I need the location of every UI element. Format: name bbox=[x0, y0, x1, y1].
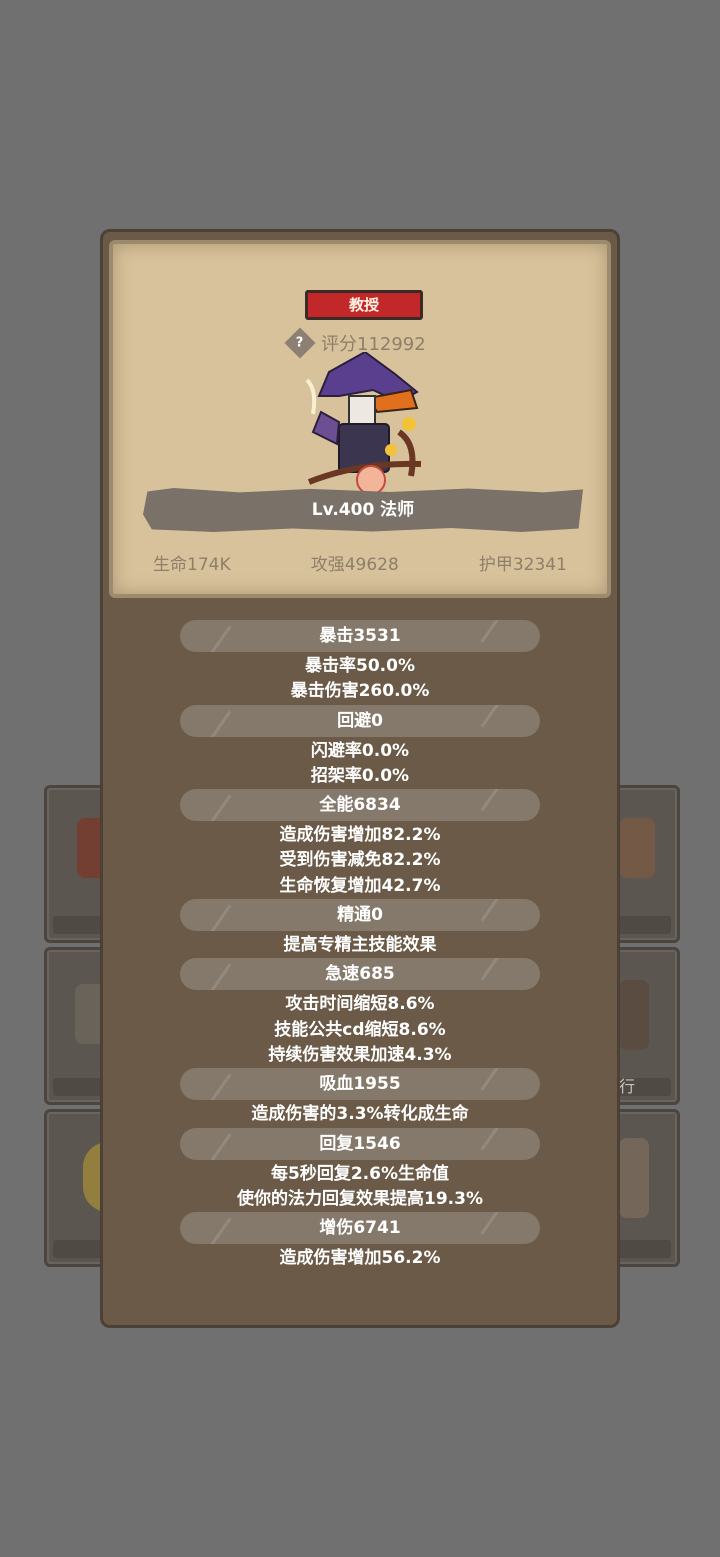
attribute-header: 回复1546 bbox=[180, 1127, 540, 1160]
slot-label: 行 bbox=[619, 1077, 636, 1096]
attribute-group-regen: 回复1546 每5秒回复2.6%生命值 使你的法力回复效果提高19.3% bbox=[103, 1127, 617, 1213]
attribute-detail: 每5秒回复2.6%生命值 bbox=[271, 1163, 449, 1184]
attribute-group-haste: 急速685 攻击时间缩短8.6% 技能公共cd缩短8.6% 持续伤害效果加速4.… bbox=[103, 958, 617, 1068]
slot-label-bar bbox=[615, 1240, 671, 1258]
attribute-detail: 持续伤害效果加速4.3% bbox=[268, 1044, 452, 1065]
attribute-group-mastery: 精通0 提高专精主技能效果 bbox=[103, 899, 617, 958]
attribute-detail: 招架率0.0% bbox=[310, 765, 410, 786]
attribute-detail: 受到伤害减免82.2% bbox=[279, 850, 441, 871]
slot-label-bar bbox=[615, 916, 671, 934]
attribute-header: 精通0 bbox=[180, 899, 540, 932]
attribute-group-lifesteal: 吸血1955 造成伤害的3.3%转化成生命 bbox=[103, 1068, 617, 1127]
scroll-icon bbox=[619, 1138, 649, 1218]
class-title-button[interactable]: 教授 bbox=[305, 290, 423, 320]
attribute-header: 回避0 bbox=[180, 704, 540, 737]
attribute-detail: 攻击时间缩短8.6% bbox=[285, 994, 435, 1015]
attribute-detail: 造成伤害的3.3%转化成生命 bbox=[251, 1104, 469, 1125]
character-card: 教授 ? 评分112992 Lv.400 法师 生命174K 攻强49628 护… bbox=[109, 240, 611, 598]
attribute-detail: 造成伤害增加56.2% bbox=[279, 1248, 441, 1269]
stat-armor: 护甲32341 bbox=[478, 555, 567, 575]
attribute-detail: 造成伤害增加82.2% bbox=[279, 825, 441, 846]
attribute-detail: 暴击伤害260.0% bbox=[290, 681, 430, 702]
attribute-detail: 技能公共cd缩短8.6% bbox=[274, 1019, 446, 1040]
attribute-detail: 生命恢复增加42.7% bbox=[279, 875, 441, 896]
attribute-header: 暴击3531 bbox=[180, 620, 540, 652]
attribute-detail: 提高专精主技能效果 bbox=[283, 935, 437, 956]
backpack-icon bbox=[619, 818, 655, 878]
mage-character-portrait bbox=[305, 352, 422, 495]
attribute-header: 增伤6741 bbox=[180, 1212, 540, 1245]
attribute-header: 急速685 bbox=[180, 958, 540, 991]
weapon-icon bbox=[619, 980, 649, 1050]
attribute-list: 暴击3531 暴击率50.0% 暴击伤害260.0% 回避0 闪避率0.0% 招… bbox=[103, 620, 617, 1271]
attribute-group-damage-increase: 增伤6741 造成伤害增加56.2% bbox=[103, 1212, 617, 1271]
attribute-detail: 使你的法力回复效果提高19.3% bbox=[237, 1188, 483, 1209]
attribute-detail: 暴击率50.0% bbox=[305, 656, 415, 676]
stat-hp: 生命174K bbox=[153, 555, 231, 575]
attribute-header: 吸血1955 bbox=[180, 1068, 540, 1101]
attribute-detail: 闪避率0.0% bbox=[310, 740, 410, 761]
core-stats-row: 生命174K 攻强49628 护甲32341 bbox=[113, 550, 607, 575]
stat-attack-power: 攻强49628 bbox=[310, 555, 399, 575]
attribute-group-avoidance: 回避0 闪避率0.0% 招架率0.0% bbox=[103, 704, 617, 790]
level-class-banner: Lv.400 法师 bbox=[143, 488, 583, 532]
character-attribute-panel: 教授 ? 评分112992 Lv.400 法师 生命174K 攻强49628 护… bbox=[100, 229, 620, 1328]
attribute-group-versatility: 全能6834 造成伤害增加82.2% 受到伤害减免82.2% 生命恢复增加42.… bbox=[103, 789, 617, 899]
attribute-group-crit: 暴击3531 暴击率50.0% 暴击伤害260.0% bbox=[103, 620, 617, 705]
attribute-header: 全能6834 bbox=[180, 789, 540, 822]
